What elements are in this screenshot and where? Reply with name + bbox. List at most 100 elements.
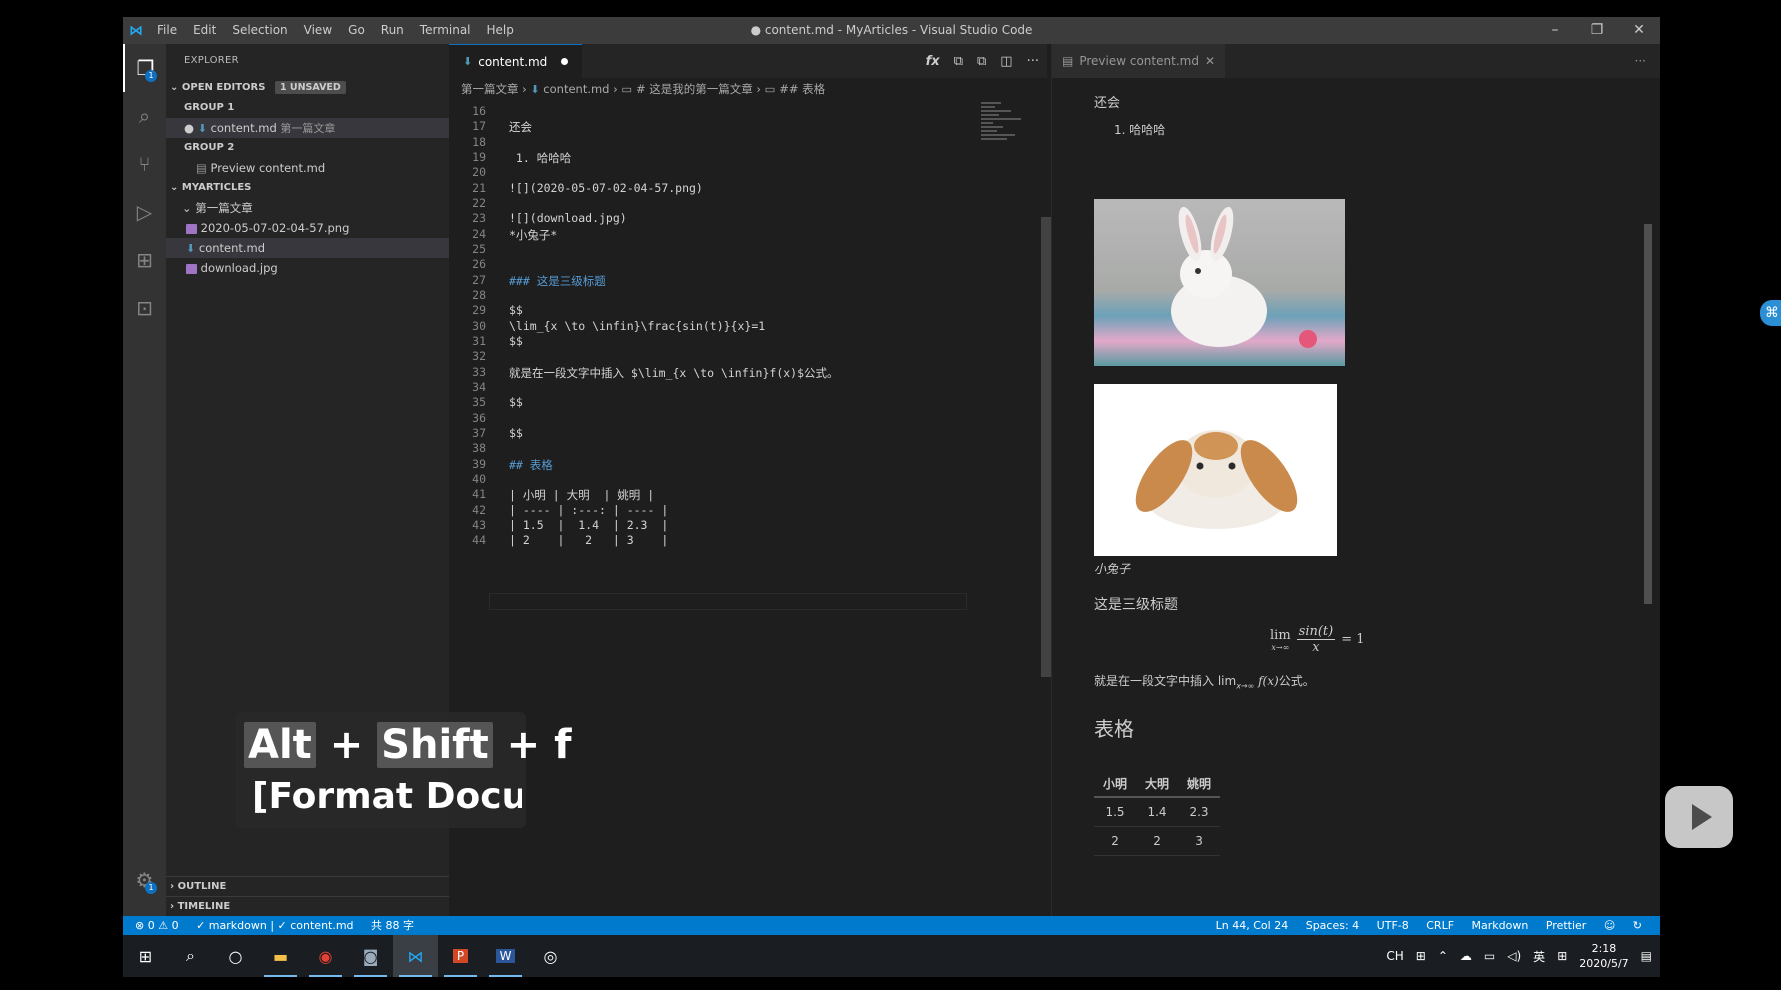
powerpoint-icon[interactable]: P [438,935,483,977]
open-editor-content-md[interactable]: ● ⬇ content.md 第一篇文章 [166,118,449,138]
windows-start-icon[interactable]: ⊞ [123,935,168,977]
editor-tabs: ⬇ content.md fx ⧉ ⧉ ◫ ··· [449,44,1047,78]
file-label: download.jpg [200,261,278,275]
file-item-png[interactable]: 2020-05-07-02-04-57.png [166,218,449,238]
breadcrumb-file[interactable]: content.md [543,82,609,96]
system-tray: CH ⊞ ⌃ ☁ ▭ ◁) 英 ⊞ 2:18 2020/5/7 ▤ [1386,935,1652,977]
outline-section[interactable]: › OUTLINE [166,876,449,896]
unsaved-dot-icon: ● [184,121,195,135]
floating-side-icon[interactable]: ⌘ [1760,300,1781,326]
app-icon[interactable]: ◎ [528,935,573,977]
clock[interactable]: 2:18 2020/5/7 [1579,941,1628,971]
more-actions-icon[interactable]: ··· [1027,54,1039,69]
unsaved-dot-icon[interactable] [561,58,569,65]
open-editor-preview[interactable]: ▤ Preview content.md [166,158,449,178]
minimap[interactable] [981,100,1037,180]
breadcrumb-folder[interactable]: 第一篇文章 [461,82,519,96]
settings-gear-icon[interactable]: ⚙ 1 [123,856,166,904]
file-explorer-icon[interactable]: ▬ [258,935,303,977]
menu-edit[interactable]: Edit [185,17,224,44]
menu-file[interactable]: File [149,17,185,44]
close-icon[interactable]: ✕ [1618,17,1660,44]
tab-content-md[interactable]: ⬇ content.md [449,44,583,78]
menu-terminal[interactable]: Terminal [412,17,479,44]
menu-go[interactable]: Go [340,17,373,44]
word-icon[interactable]: W [483,935,528,977]
problems-indicator[interactable]: ⊗ 0 ⚠ 0 [135,919,179,932]
preview-table: 小明 大明 姚明 1.5 1.4 2.3 2 2 3 [1094,771,1221,856]
tab-label: content.md [478,54,548,69]
formula-icon[interactable]: fx [926,54,940,69]
more-actions-icon[interactable]: ··· [1635,54,1646,68]
line-number: 40 [472,471,486,486]
restore-icon[interactable]: ❐ [1576,17,1618,44]
chrome-icon[interactable]: ◉ [303,935,348,977]
editor-scrollbar[interactable] [1041,217,1051,677]
run-debug-icon[interactable]: ▷ [123,188,166,236]
open-editor-preview-label: Preview content.md [210,161,326,175]
sync-icon[interactable]: ↻ [1633,919,1642,932]
line-number: 20 [472,165,486,180]
outline-label: OUTLINE [177,881,227,892]
preview-scrollbar[interactable] [1644,224,1652,604]
line-ending[interactable]: CRLF [1426,919,1454,932]
table-cell: 2 [1094,826,1137,856]
indentation[interactable]: Spaces: 4 [1306,919,1359,932]
chevron-up-icon[interactable]: ⌃ [1438,949,1448,963]
explorer-icon[interactable]: ❐ 1 [123,44,166,92]
remote-explorer-icon[interactable]: ⊡ [123,284,166,332]
line-number: 41 [472,487,486,502]
lint-status[interactable]: ✓ markdown | ✓ content.md [196,919,353,932]
file-item-jpg[interactable]: download.jpg [166,258,449,278]
project-section[interactable]: ⌄ MYARTICLES [166,178,449,198]
input-language[interactable]: 英 [1533,948,1545,965]
math-lim: lim [1270,627,1291,643]
word-count[interactable]: 共 88 字 [371,919,414,932]
split-editor-icon[interactable]: ◫ [1000,54,1012,69]
file-item-content-md[interactable]: ⬇ content.md [166,238,449,258]
markdown-file-icon: ⬇ [186,242,196,255]
volume-icon[interactable]: ◁) [1507,949,1521,963]
ime-mode-icon[interactable]: ⊞ [1557,949,1567,963]
network-icon[interactable]: ▭ [1484,949,1495,963]
search-icon[interactable]: ⌕ [123,92,166,140]
tray-app-icon[interactable]: ☁ [1460,949,1472,963]
language-mode[interactable]: Markdown [1472,919,1529,932]
breadcrumb-h1[interactable]: # 这是我的第一篇文章 [636,82,753,96]
breadcrumb-h2[interactable]: ## 表格 [779,82,825,96]
tab-preview[interactable]: ▤ Preview content.md ✕ [1052,44,1225,78]
code-area[interactable]: 16 17 还会 18 19 1. 哈哈哈 20 21 ![](2020-05-07-02-0… [449,100,1047,660]
camera-icon[interactable]: ◙ [348,935,393,977]
cortana-icon[interactable]: ○ [213,935,258,977]
extensions-icon[interactable]: ⊞ [123,236,166,284]
line-number: 38 [472,441,486,456]
line-number: 26 [472,257,486,272]
preview-side-icon[interactable]: ⧉ [977,54,986,69]
vscode-taskbar-icon[interactable]: ⋈ [393,935,438,977]
source-control-icon[interactable]: ⑂ [123,140,166,188]
keyboard-icon[interactable]: ⊞ [1416,949,1426,963]
notification-icon[interactable]: ▤ [1641,949,1652,963]
menu-help[interactable]: Help [479,17,522,44]
minimize-icon[interactable]: – [1534,17,1576,44]
menu-run[interactable]: Run [373,17,412,44]
open-editors-section[interactable]: ⌄ OPEN EDITORS 1 UNSAVED [166,78,449,98]
folder-item[interactable]: ⌄ 第一篇文章 [166,198,449,218]
menu-view[interactable]: View [296,17,340,44]
menu-selection[interactable]: Selection [224,17,295,44]
rabbit-image-1 [1094,199,1345,366]
feedback-icon[interactable]: ☺ [1604,919,1615,932]
line-number: 32 [472,349,486,364]
markdown-file-icon: ⬇ [463,55,473,68]
code-line: \lim_{x \to \infin}\frac{sin(t)}{x}=1 [509,318,766,333]
open-preview-icon[interactable]: ⧉ [954,54,963,69]
timeline-section[interactable]: › TIMELINE [166,896,449,916]
play-icon [1692,804,1712,830]
search-icon[interactable]: ⌕ [168,935,213,977]
ime-indicator[interactable]: CH [1386,949,1403,963]
prettier-status[interactable]: Prettier [1546,919,1586,932]
close-tab-icon[interactable]: ✕ [1205,54,1215,68]
cursor-position[interactable]: Ln 44, Col 24 [1216,919,1289,932]
table-cell: 2.3 [1178,797,1221,827]
encoding[interactable]: UTF-8 [1377,919,1409,932]
